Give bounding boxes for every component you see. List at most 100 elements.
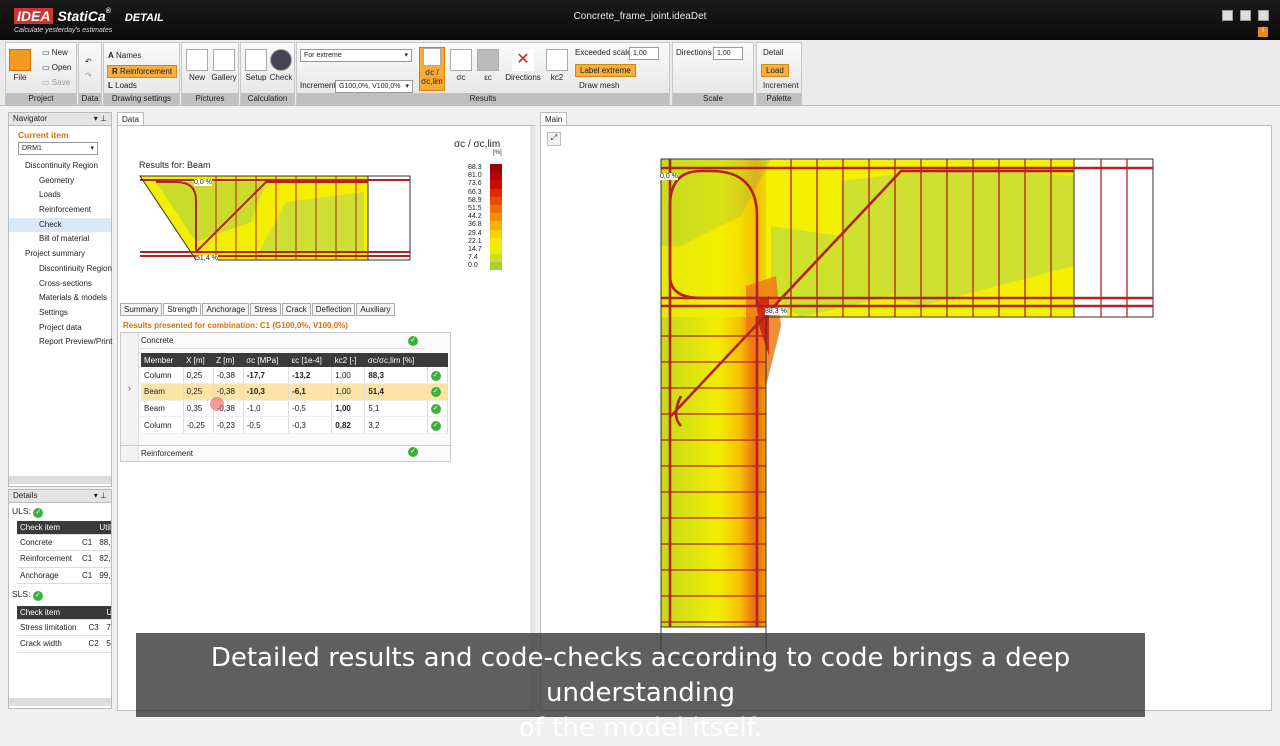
redo-icon[interactable]: ↷ bbox=[85, 71, 92, 80]
kc2-button[interactable]: kc2 bbox=[545, 49, 569, 82]
check-button[interactable]: Check bbox=[269, 49, 293, 82]
subtab-anchorage[interactable]: Anchorage bbox=[202, 303, 250, 316]
data-panel: Results for: Beam 0,0 % 51,4 % σc / σc,l… bbox=[117, 125, 535, 711]
palette-increment[interactable]: Increment bbox=[763, 81, 799, 90]
column-header[interactable] bbox=[427, 353, 448, 367]
min-value-label: 0,0 % bbox=[660, 173, 678, 180]
navigator-item[interactable]: Project summary bbox=[9, 247, 111, 262]
table-row[interactable]: AnchorageC199,8% bbox=[17, 567, 111, 584]
scale-directions-input[interactable]: 1,00 bbox=[713, 47, 743, 60]
region-select[interactable]: DRM1 ▾ bbox=[18, 142, 98, 155]
sigma-c-button[interactable]: σc bbox=[449, 49, 473, 82]
label-extreme-toggle[interactable]: Label extreme bbox=[575, 64, 636, 77]
navigator-item[interactable]: Project data bbox=[9, 321, 111, 336]
chart-icon bbox=[423, 48, 441, 66]
table-cell: -17,7 bbox=[243, 367, 290, 385]
column-header: Uti bbox=[103, 606, 111, 620]
table-row[interactable]: Beam 0,35 -0,38 -1,0 -0,5 1,00 5,1 ✓ bbox=[141, 400, 449, 418]
subtab-auxiliary[interactable]: Auxiliary bbox=[356, 303, 395, 316]
table-row[interactable]: Beam 0,25 -0,38 -10,3 -6,1 1,00 51,4 ✓ bbox=[141, 383, 449, 401]
directions-button[interactable]: ✕ Directions bbox=[504, 49, 542, 82]
subtab-summary[interactable]: Summary bbox=[120, 303, 163, 316]
vertical-scrollbar[interactable] bbox=[530, 126, 535, 710]
minimize-button[interactable] bbox=[1222, 10, 1233, 21]
check-icon: ✓ bbox=[430, 420, 441, 431]
column-header[interactable]: εc [1e-4] bbox=[288, 353, 332, 367]
status-cell: ✓ bbox=[427, 383, 449, 401]
save-button[interactable]: ▭ Save bbox=[42, 78, 70, 87]
column-header[interactable]: kc2 [-] bbox=[331, 353, 365, 367]
navigator-item[interactable]: Settings bbox=[9, 306, 111, 321]
table-row[interactable]: Stress limitationC379,7 bbox=[17, 619, 111, 636]
navigator-item[interactable]: Materials & models bbox=[9, 291, 111, 306]
subtab-strength[interactable]: Strength bbox=[163, 303, 202, 316]
navigator-item[interactable]: Discontinuity Region bbox=[9, 159, 111, 174]
extreme-select[interactable]: For extreme ▾ bbox=[300, 49, 412, 62]
column-header[interactable]: σc [MPa] bbox=[243, 353, 289, 367]
open-button[interactable]: ▭ Open bbox=[42, 63, 71, 72]
loads-toggle[interactable]: L Loads bbox=[108, 81, 137, 90]
column-header[interactable]: σc/σc,lim [%] bbox=[364, 353, 428, 367]
ribbon: File ▭ New ▭ Open ▭ Save Project ↶ ↷ Dat… bbox=[0, 40, 1280, 106]
tab-data[interactable]: Data bbox=[117, 112, 144, 126]
tab-main[interactable]: Main bbox=[540, 112, 568, 126]
result-subtabs: Summary Strength Anchorage Stress Crack Defle… bbox=[120, 303, 396, 316]
names-toggle[interactable]: A Names bbox=[108, 51, 141, 60]
increment-select[interactable]: G100,0%, V100,0% ▾ bbox=[335, 80, 413, 93]
palette-load[interactable]: Load bbox=[761, 64, 789, 77]
table-cell: 88,3 bbox=[364, 367, 428, 385]
chevron-down-icon: ▾ bbox=[405, 83, 409, 90]
table-row[interactable]: ConcreteC188,3% bbox=[17, 534, 111, 551]
group-scale: Directions 1,00 Scale bbox=[672, 42, 754, 105]
horizontal-scrollbar[interactable] bbox=[9, 476, 111, 484]
column-header[interactable]: Member bbox=[141, 353, 184, 367]
navigator-item[interactable]: Cross-sections bbox=[9, 277, 111, 292]
check-icon: ✓ bbox=[33, 508, 44, 518]
close-button[interactable] bbox=[1258, 10, 1269, 21]
expand-chevron-icon[interactable]: › bbox=[121, 333, 139, 461]
legend-unit: [%] bbox=[493, 150, 502, 156]
navigator-item[interactable]: Loads bbox=[9, 188, 111, 203]
draw-mesh-toggle[interactable]: Draw mesh bbox=[579, 81, 619, 90]
legend-swatch bbox=[490, 204, 502, 214]
setup-button[interactable]: Setup bbox=[244, 49, 268, 82]
navigator-item[interactable]: Report Preview/Print bbox=[9, 335, 112, 350]
reinforcement-toggle[interactable]: R Reinforcement bbox=[107, 65, 178, 78]
subtab-stress[interactable]: Stress bbox=[250, 303, 281, 316]
subtab-crack[interactable]: Crack bbox=[281, 303, 311, 316]
table-row[interactable]: ReinforcementC182,0% bbox=[17, 550, 111, 568]
eps-c-button[interactable]: εc bbox=[476, 49, 500, 82]
gallery-button[interactable]: Gallery bbox=[211, 49, 237, 82]
horizontal-scrollbar[interactable] bbox=[9, 698, 111, 706]
new-project-button[interactable]: ▭ New bbox=[42, 48, 68, 57]
strain-icon bbox=[477, 49, 499, 71]
exceeded-scale-input[interactable]: 1,00 bbox=[629, 47, 659, 60]
file-button[interactable]: File bbox=[9, 49, 31, 82]
column-header[interactable]: X [m] bbox=[183, 353, 214, 367]
new-picture-button[interactable]: New bbox=[185, 49, 209, 82]
navigator-item[interactable]: Discontinuity Region bbox=[9, 262, 112, 277]
palette-detail[interactable]: Detail bbox=[763, 48, 783, 57]
subtab-deflection[interactable]: Deflection bbox=[311, 303, 356, 316]
stress-ratio-button[interactable]: σc / σc,lim bbox=[419, 47, 445, 91]
table-row[interactable]: Crack widthC254,2 bbox=[17, 635, 111, 653]
navigator-item[interactable]: Geometry bbox=[9, 174, 111, 189]
table-row[interactable]: Column 0,25 -0,38 -17,7 -13,2 1,00 88,3 ✓ bbox=[141, 367, 449, 385]
undo-icon[interactable]: ↶ bbox=[85, 57, 92, 66]
legend-value: 73.6 bbox=[468, 180, 482, 188]
info-icon[interactable]: i bbox=[1258, 27, 1268, 37]
table-cell: Column bbox=[141, 416, 184, 434]
navigator-item[interactable]: Check bbox=[9, 217, 111, 233]
uls-label: ULS: ✓ bbox=[9, 503, 111, 521]
check-icon: ✓ bbox=[408, 336, 418, 346]
table-cell: 0,82 bbox=[331, 416, 366, 434]
navigator-item[interactable]: Bill of material bbox=[9, 232, 111, 247]
column-header[interactable]: Z [m] bbox=[213, 353, 244, 367]
table-row[interactable]: Column -0,25 -0,23 -0,5 -0,3 0,82 3,2 ✓ bbox=[141, 416, 449, 434]
concrete-results-table: Member X [m] Z [m] σc [MPa] εc [1e-4] kc2 [-]… bbox=[141, 353, 449, 434]
navigator-header: Navigator ▾ ⊥ bbox=[9, 113, 111, 126]
navigator-item[interactable]: Reinforcement bbox=[9, 203, 111, 218]
increment-label: Increment bbox=[300, 81, 336, 90]
maximize-button[interactable] bbox=[1240, 10, 1251, 21]
column-header bbox=[79, 521, 97, 535]
